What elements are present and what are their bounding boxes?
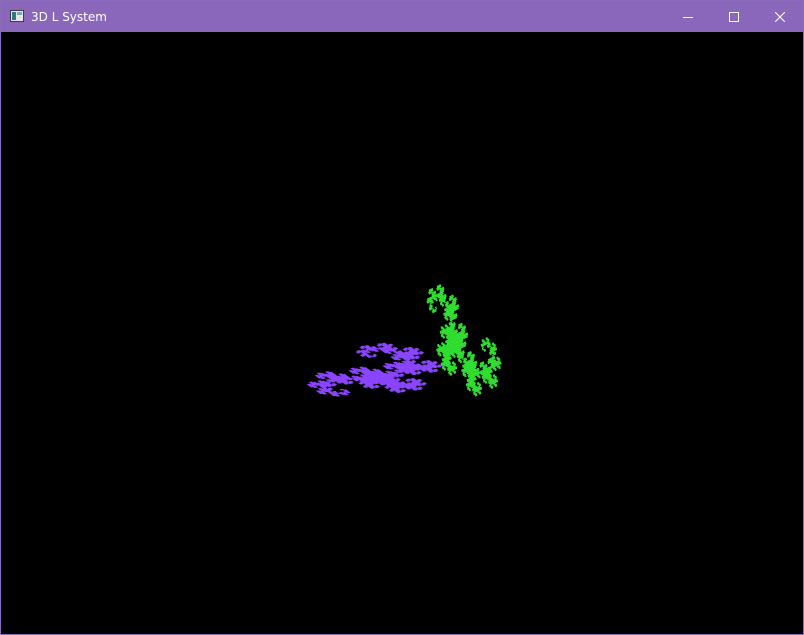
title-bar[interactable]: 3D L System <box>1 1 803 32</box>
maximize-icon <box>729 11 739 22</box>
l-system-scene <box>306 284 502 397</box>
l-system-curve-primary <box>306 342 443 397</box>
maximize-button[interactable] <box>711 1 757 32</box>
minimize-button[interactable] <box>665 1 711 32</box>
close-icon <box>775 11 785 22</box>
app-window: 3D L System <box>0 0 804 635</box>
minimize-icon <box>683 16 693 18</box>
close-button[interactable] <box>757 1 803 32</box>
console-window-icon <box>10 10 24 22</box>
l-system-curve-secondary <box>426 284 502 397</box>
window-title: 3D L System <box>31 10 107 24</box>
render-canvas[interactable] <box>1 32 803 634</box>
